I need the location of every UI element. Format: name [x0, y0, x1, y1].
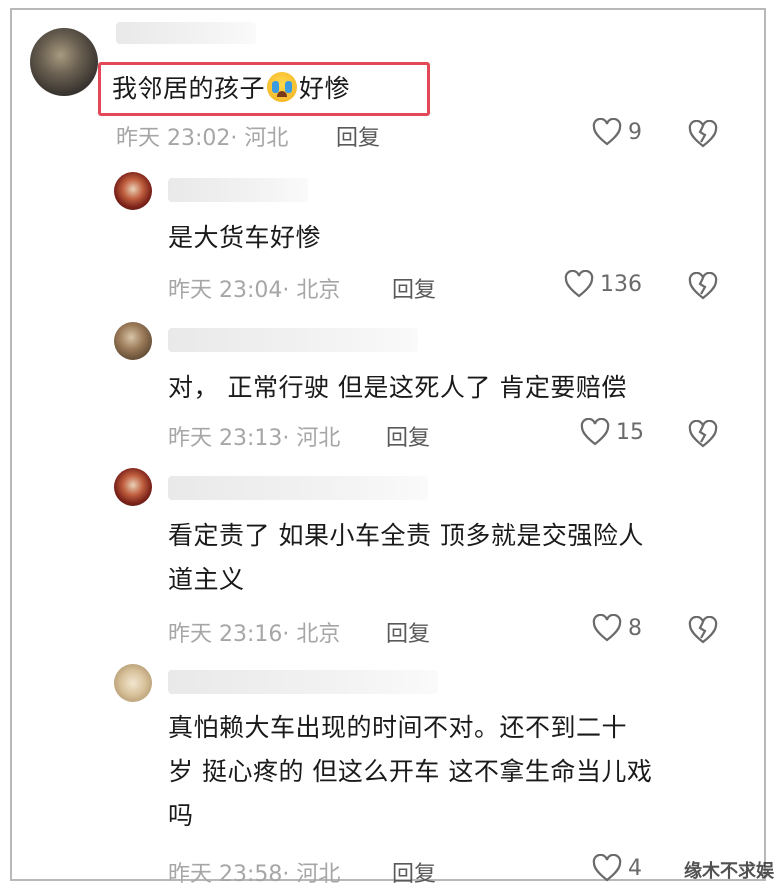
avatar[interactable] — [114, 322, 152, 360]
username-blurred[interactable] — [168, 476, 428, 500]
comment-meta: 昨天 23:16· 北京 — [168, 622, 341, 647]
comment-meta: 昨天 23:58· 河北 — [168, 862, 341, 887]
comment-text-line: 看定责了 如果小车全责 顶多就是交强险人 — [168, 521, 644, 550]
like-count: 136 — [600, 271, 642, 297]
avatar[interactable] — [114, 664, 152, 702]
broken-heart-icon — [688, 420, 718, 448]
heart-icon — [564, 270, 594, 298]
heart-icon — [592, 118, 622, 146]
comment-meta: 昨天 23:04· 北京 — [168, 278, 341, 303]
comment-text-line: 真怕赖大车出现的时间不对。还不到二十 — [168, 713, 628, 742]
reply-button[interactable]: 回复 — [392, 856, 436, 888]
like-button[interactable]: 4 — [592, 854, 642, 882]
like-button[interactable]: 15 — [580, 418, 644, 446]
comment-text-part: 我邻居的孩子 — [112, 74, 266, 103]
like-count: 8 — [628, 615, 642, 641]
dislike-button[interactable] — [688, 616, 718, 644]
crying-face-icon — [267, 72, 298, 102]
reply-button[interactable]: 回复 — [392, 272, 436, 304]
avatar[interactable] — [114, 468, 152, 506]
dislike-button[interactable] — [688, 420, 718, 448]
broken-heart-icon — [688, 272, 718, 300]
broken-heart-icon — [688, 120, 718, 148]
heart-icon — [592, 854, 622, 882]
comment-meta: 昨天 23:13· 河北 — [168, 426, 341, 451]
like-count: 4 — [628, 855, 642, 881]
avatar[interactable] — [30, 28, 98, 96]
like-button[interactable]: 8 — [592, 614, 642, 642]
comment-text: 真怕赖大车出现的时间不对。还不到二十 岁 挺心疼的 但这么开车 这不拿生命当儿戏… — [168, 706, 652, 838]
watermark-text: 缘木不求娱 — [684, 861, 774, 882]
username-blurred[interactable] — [168, 178, 308, 202]
like-button[interactable]: 9 — [592, 118, 642, 146]
comment-text: 看定责了 如果小车全责 顶多就是交强险人 道主义 — [168, 514, 644, 602]
heart-icon — [592, 614, 622, 642]
heart-icon — [580, 418, 610, 446]
comment-text-line: 岁 挺心疼的 但这么开车 这不拿生命当儿戏 — [168, 757, 653, 786]
like-count: 9 — [628, 119, 642, 145]
like-button[interactable]: 136 — [564, 270, 642, 298]
broken-heart-icon — [688, 616, 718, 644]
comment-meta: 昨天 23:02· 河北 — [116, 126, 289, 151]
reply-button[interactable]: 回复 — [386, 420, 430, 452]
comment-panel: 我邻居的孩子 好惨 昨天 23:02· 河北 回复 9 是大货车好惨 昨天 23:… — [10, 8, 766, 887]
comment-text: 我邻居的孩子 好惨 — [112, 67, 350, 111]
username-blurred[interactable] — [168, 328, 418, 352]
reply-button[interactable]: 回复 — [386, 616, 430, 648]
dislike-button[interactable] — [688, 272, 718, 300]
comment-text-line: 吗 — [168, 801, 194, 830]
comment-text-part: 好惨 — [299, 74, 351, 103]
username-blurred[interactable] — [116, 22, 256, 44]
comment-text-line: 道主义 — [168, 565, 245, 594]
username-blurred[interactable] — [168, 670, 438, 694]
like-count: 15 — [616, 419, 644, 445]
avatar[interactable] — [114, 172, 152, 210]
dislike-button[interactable] — [688, 120, 718, 148]
reply-button[interactable]: 回复 — [336, 120, 380, 152]
comment-text: 对， 正常行驶 但是这死人了 肯定要赔偿 — [168, 373, 627, 402]
comment-text: 是大货车好惨 — [168, 223, 322, 252]
